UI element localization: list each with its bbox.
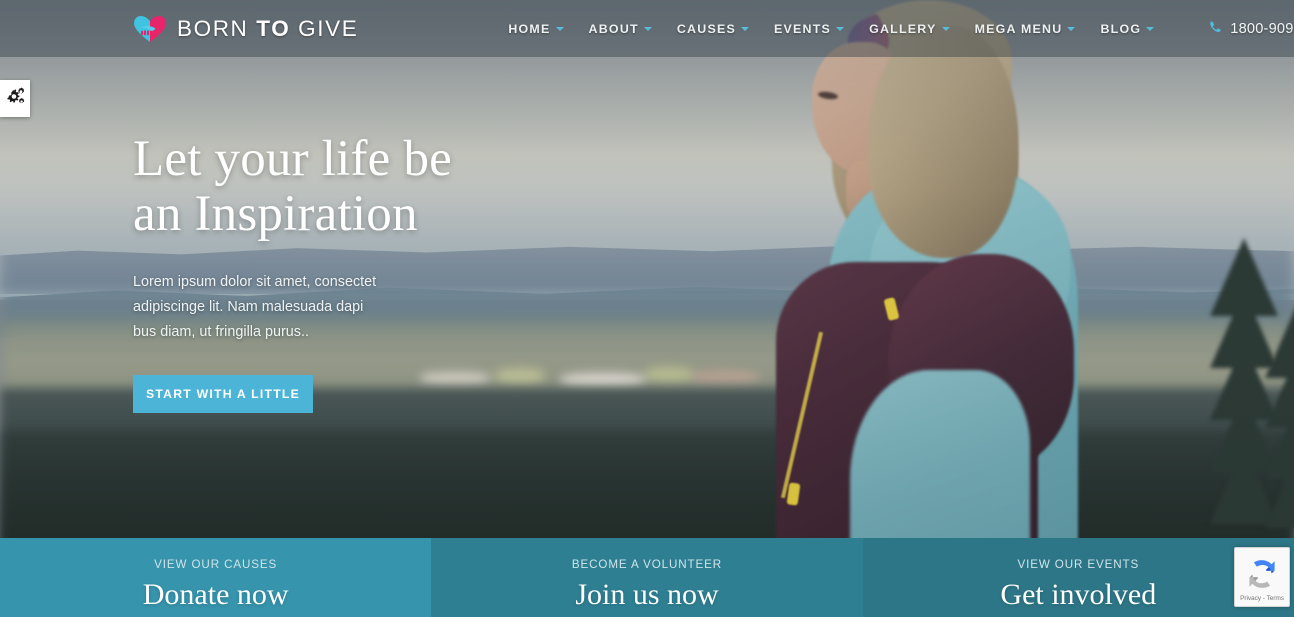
header-phone[interactable]: 1800-9090-8089 <box>1209 20 1294 38</box>
panel-title: Get involved <box>1000 578 1157 611</box>
nav-label: CAUSES <box>676 21 736 36</box>
theme-settings-toggle[interactable] <box>0 80 30 117</box>
hero-content: Let your life be an Inspiration Lorem ip… <box>133 132 553 413</box>
chevron-down-icon <box>740 26 749 31</box>
hero-title: Let your life be an Inspiration <box>133 132 553 242</box>
recaptcha-legal-links: Privacy - Terms <box>1235 595 1289 602</box>
nav-item-blog[interactable]: BLOG <box>1100 21 1155 36</box>
brand-name: BORN TO GIVE <box>177 16 358 42</box>
chevron-down-icon <box>941 26 950 31</box>
panel-join-us-now[interactable]: BECOME A VOLUNTEER Join us now <box>431 538 863 617</box>
brand-name-bold: TO <box>256 15 291 41</box>
nav-label: MEGA MENU <box>974 21 1063 36</box>
phone-number: 1800-9090-8089 <box>1230 20 1294 37</box>
nav-item-events[interactable]: EVENTS <box>773 21 845 36</box>
main-navigation: HOME ABOUT CAUSES EVENTS GALLERY MEGA ME… <box>508 20 1294 38</box>
nav-label: ABOUT <box>588 21 639 36</box>
recaptcha-badge[interactable]: Privacy - Terms <box>1234 547 1290 607</box>
panel-kicker: VIEW OUR CAUSES <box>154 558 278 571</box>
chevron-down-icon <box>1067 26 1076 31</box>
panel-kicker: VIEW OUR EVENTS <box>1017 558 1140 571</box>
panel-donate-now[interactable]: VIEW OUR CAUSES Donate now <box>0 538 432 617</box>
nav-label: EVENTS <box>773 21 832 36</box>
hero-subtitle: Lorem ipsum dolor sit amet, consectet ad… <box>133 274 377 340</box>
panel-get-involved[interactable]: VIEW OUR EVENTS Get involved <box>862 538 1294 617</box>
site-header: BORN TO GIVE HOME ABOUT CAUSES EVENTS GA… <box>0 0 1294 57</box>
brand-logo[interactable]: BORN TO GIVE <box>133 15 358 43</box>
heart-hands-icon <box>133 15 167 43</box>
page-root: BORN TO GIVE HOME ABOUT CAUSES EVENTS GA… <box>0 0 1294 617</box>
chevron-down-icon <box>836 26 845 31</box>
chevron-down-icon <box>555 26 564 31</box>
nav-item-about[interactable]: ABOUT <box>589 22 652 36</box>
nav-item-causes[interactable]: CAUSES <box>677 22 749 36</box>
nav-item-home[interactable]: HOME <box>508 21 564 36</box>
panel-title: Donate now <box>142 578 289 611</box>
chevron-down-icon <box>1146 26 1155 31</box>
nav-label: GALLERY <box>869 21 937 36</box>
nav-label: BLOG <box>1100 21 1142 36</box>
recaptcha-separator: - <box>1262 595 1265 602</box>
recaptcha-privacy-link[interactable]: Privacy <box>1240 595 1261 602</box>
recaptcha-terms-link[interactable]: Terms <box>1266 595 1284 602</box>
recaptcha-icon <box>1242 554 1282 599</box>
panel-kicker: BECOME A VOLUNTEER <box>571 558 723 571</box>
panel-title: Join us now <box>575 578 719 611</box>
chevron-down-icon <box>643 26 652 31</box>
cta-panels: VIEW OUR CAUSES Donate now BECOME A VOLU… <box>0 538 1294 617</box>
hero-title-line1: Let your life be <box>133 131 452 187</box>
start-with-a-little-button[interactable]: START WITH A LITTLE <box>133 375 313 413</box>
nav-item-gallery[interactable]: GALLERY <box>869 22 950 36</box>
nav-item-mega-menu[interactable]: MEGA MENU <box>975 22 1076 36</box>
nav-label: HOME <box>508 21 551 36</box>
brand-name-part2: GIVE <box>290 15 359 41</box>
gears-icon <box>4 86 26 111</box>
hero-title-line2: an Inspiration <box>133 186 418 242</box>
phone-icon <box>1209 20 1223 38</box>
brand-name-part1: BORN <box>177 15 257 41</box>
